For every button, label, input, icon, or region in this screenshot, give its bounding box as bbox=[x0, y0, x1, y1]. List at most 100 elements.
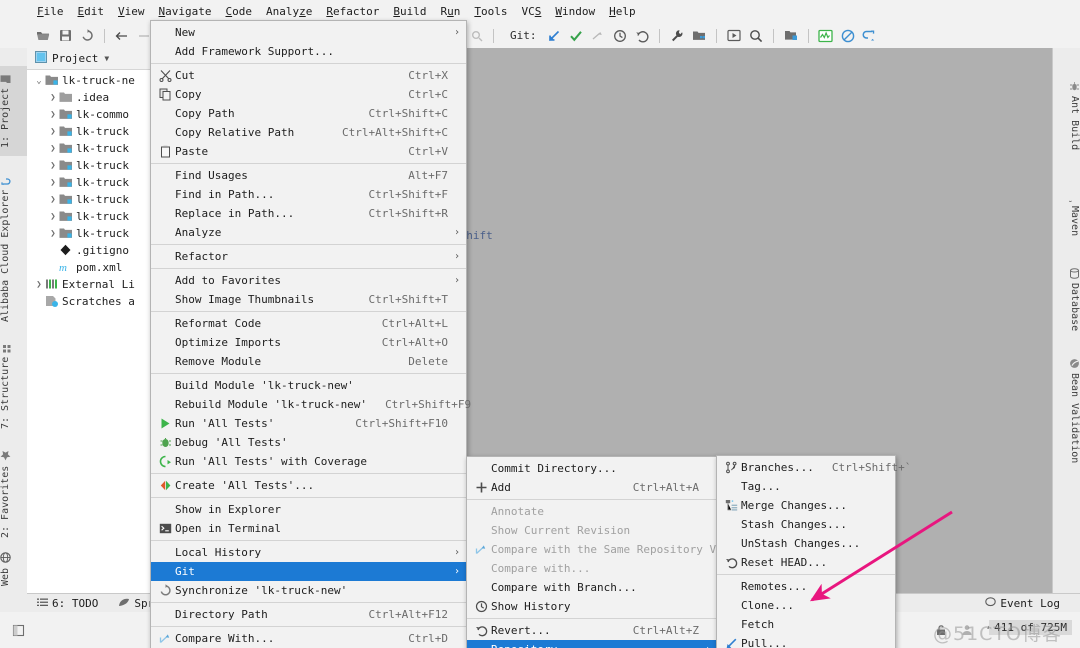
menu-item-commit-directory[interactable]: Commit Directory... bbox=[467, 459, 717, 478]
menu-item-add-framework-support[interactable]: Add Framework Support... bbox=[151, 42, 466, 61]
menu-item-local-history[interactable]: Local History › bbox=[151, 543, 466, 562]
git-commit-check-icon[interactable] bbox=[565, 26, 587, 46]
tool-window-tab-maven[interactable]: m Maven bbox=[1053, 178, 1080, 250]
menu-item-show-image-thumbnails[interactable]: Show Image Thumbnails Ctrl+Shift+T bbox=[151, 290, 466, 309]
chevron-right-icon[interactable]: ❯ bbox=[47, 144, 59, 154]
menu-navigate[interactable]: Navigate bbox=[152, 3, 219, 20]
menu-item-reset-head[interactable]: Reset HEAD... bbox=[717, 553, 895, 572]
menu-item-merge-changes[interactable]: Merge Changes... bbox=[717, 496, 895, 515]
menu-vcs[interactable]: VCS bbox=[514, 3, 548, 20]
menu-item-find-in-path[interactable]: Find in Path... Ctrl+Shift+F bbox=[151, 185, 466, 204]
menu-item-open-in-terminal[interactable]: Open in Terminal bbox=[151, 519, 466, 538]
menu-item-paste[interactable]: Paste Ctrl+V bbox=[151, 142, 466, 161]
menu-item-rebuild-module-lk-truck-new[interactable]: Rebuild Module 'lk-truck-new' Ctrl+Shift+… bbox=[151, 395, 471, 414]
tool-window-tab-alibaba-cloud-explorer[interactable]: Alibaba Cloud Explorer bbox=[0, 177, 27, 326]
menu-help[interactable]: Help bbox=[602, 3, 643, 20]
menu-view[interactable]: View bbox=[111, 3, 152, 20]
menu-item-replace-in-path[interactable]: Replace in Path... Ctrl+Shift+R bbox=[151, 204, 466, 223]
menu-run[interactable]: Run bbox=[433, 3, 467, 20]
event-log-button[interactable]: Event Log bbox=[975, 597, 1080, 610]
menu-item-run-all-tests-with-coverage[interactable]: Run 'All Tests' with Coverage bbox=[151, 452, 466, 471]
chevron-right-icon[interactable]: ❯ bbox=[47, 195, 59, 205]
project-structure-icon[interactable] bbox=[688, 26, 710, 46]
menu-item-copy-relative-path[interactable]: Copy Relative Path Ctrl+Alt+Shift+C bbox=[151, 123, 466, 142]
menu-item-reformat-code[interactable]: Reformat Code Ctrl+Alt+L bbox=[151, 314, 466, 333]
tool-window-tab-7-structure[interactable]: 7: Structure bbox=[0, 330, 27, 442]
menu-analyze[interactable]: Analyze bbox=[259, 3, 319, 20]
menu-item-remove-module[interactable]: Remove Module Delete bbox=[151, 352, 466, 371]
menu-item-tag[interactable]: Tag... bbox=[717, 477, 895, 496]
menu-item-directory-path[interactable]: Directory Path Ctrl+Alt+F12 bbox=[151, 605, 466, 624]
chevron-right-icon[interactable]: ❯ bbox=[33, 280, 45, 290]
menu-file[interactable]: File bbox=[30, 3, 71, 20]
chevron-right-icon[interactable]: ❯ bbox=[47, 127, 59, 137]
chevron-down-icon[interactable]: ▼ bbox=[104, 54, 109, 63]
tool-window-tab-bean-validation[interactable]: Bean Validation bbox=[1053, 346, 1080, 476]
menu-item-branches[interactable]: Branches... Ctrl+Shift+` bbox=[717, 458, 911, 477]
chevron-right-icon[interactable]: ❯ bbox=[47, 161, 59, 171]
menu-item-find-usages[interactable]: Find Usages Alt+F7 bbox=[151, 166, 466, 185]
menu-item-revert[interactable]: Revert... Ctrl+Alt+Z bbox=[467, 621, 717, 640]
chevron-right-icon[interactable]: ❯ bbox=[47, 212, 59, 222]
chevron-down-icon[interactable]: ⌄ bbox=[33, 76, 45, 86]
chevron-right-icon[interactable]: ❯ bbox=[47, 229, 59, 239]
menu-item-clone[interactable]: Clone... bbox=[717, 596, 895, 615]
menu-item-fetch[interactable]: Fetch bbox=[717, 615, 895, 634]
menu-item-synchronize-lk-truck-new[interactable]: Synchronize 'lk-truck-new' bbox=[151, 581, 466, 600]
menu-code[interactable]: Code bbox=[218, 3, 259, 20]
git-revert-icon[interactable] bbox=[631, 26, 653, 46]
menu-item-show-in-explorer[interactable]: Show in Explorer bbox=[151, 500, 466, 519]
run-configuration-icon[interactable] bbox=[723, 26, 745, 46]
menu-item-build-module-lk-truck-new[interactable]: Build Module 'lk-truck-new' bbox=[151, 376, 466, 395]
chevron-right-icon[interactable]: ❯ bbox=[47, 178, 59, 188]
menu-window[interactable]: Window bbox=[548, 3, 602, 20]
menu-item-analyze[interactable]: Analyze › bbox=[151, 223, 466, 242]
chevron-right-icon[interactable]: ❯ bbox=[47, 93, 59, 103]
sync-refresh-icon[interactable] bbox=[76, 26, 98, 46]
menu-item-cut[interactable]: Cut Ctrl+X bbox=[151, 66, 466, 85]
git-pull-icon[interactable] bbox=[543, 26, 565, 46]
menu-item-compare-with[interactable]: Compare With... Ctrl+D bbox=[151, 629, 466, 648]
menu-item-add-to-favorites[interactable]: Add to Favorites › bbox=[151, 271, 466, 290]
menu-item-copy[interactable]: Copy Ctrl+C bbox=[151, 85, 466, 104]
settings-gear-small-icon[interactable] bbox=[465, 26, 487, 46]
menu-item-create-all-tests[interactable]: Create 'All Tests'... bbox=[151, 476, 466, 495]
menu-item-optimize-imports[interactable]: Optimize Imports Ctrl+Alt+O bbox=[151, 333, 466, 352]
menu-item-remotes[interactable]: Remotes... bbox=[717, 577, 895, 596]
git-history-icon[interactable] bbox=[609, 26, 631, 46]
settings-wrench-icon[interactable] bbox=[666, 26, 688, 46]
menu-item-unstash-changes[interactable]: UnStash Changes... bbox=[717, 534, 895, 553]
code-scan-icon[interactable] bbox=[815, 26, 837, 46]
menu-tools[interactable]: Tools bbox=[467, 3, 514, 20]
menu-item-new[interactable]: New › bbox=[151, 23, 466, 42]
alibaba-cloud-icon[interactable] bbox=[859, 26, 881, 46]
menu-build[interactable]: Build bbox=[386, 3, 433, 20]
menu-item-debug-all-tests[interactable]: Debug 'All Tests' bbox=[151, 433, 466, 452]
tool-window-tab-1-project[interactable]: 1: Project bbox=[0, 66, 27, 156]
menu-item-stash-changes[interactable]: Stash Changes... bbox=[717, 515, 895, 534]
todo-tool-button[interactable]: 6: TODO bbox=[27, 597, 108, 610]
menu-item-run-all-tests[interactable]: Run 'All Tests' Ctrl+Shift+F10 bbox=[151, 414, 466, 433]
tool-window-tab-ant-build[interactable]: Ant Build bbox=[1053, 66, 1080, 166]
menu-item-pull[interactable]: Pull... bbox=[717, 634, 895, 648]
open-project-icon[interactable] bbox=[32, 26, 54, 46]
tool-window-tab-web[interactable]: Web bbox=[0, 546, 27, 592]
menu-item-copy-path[interactable]: Copy Path Ctrl+Shift+C bbox=[151, 104, 466, 123]
back-arrow-icon[interactable] bbox=[111, 26, 133, 46]
menu-item-add[interactable]: Add Ctrl+Alt+A bbox=[467, 478, 717, 497]
tool-window-tab-2-favorites[interactable]: 2: Favorites bbox=[0, 446, 27, 542]
chevron-right-icon[interactable]: ❯ bbox=[47, 110, 59, 120]
tool-window-tab-database[interactable]: Database bbox=[1053, 260, 1080, 340]
search-icon[interactable] bbox=[745, 26, 767, 46]
hide-windows-icon[interactable] bbox=[0, 624, 36, 637]
menu-item-refactor[interactable]: Refactor › bbox=[151, 247, 466, 266]
menu-item-repository[interactable]: Repository› bbox=[467, 640, 717, 648]
save-all-icon[interactable] bbox=[54, 26, 76, 46]
menu-item-show-history[interactable]: Show History bbox=[467, 597, 717, 616]
menu-item-git[interactable]: Git › bbox=[151, 562, 466, 581]
menu-item-compare-with-branch[interactable]: Compare with Branch... bbox=[467, 578, 717, 597]
menu-edit[interactable]: Edit bbox=[71, 3, 112, 20]
disable-inspection-icon[interactable] bbox=[837, 26, 859, 46]
module-settings-icon[interactable] bbox=[780, 26, 802, 46]
menu-refactor[interactable]: Refactor bbox=[319, 3, 386, 20]
